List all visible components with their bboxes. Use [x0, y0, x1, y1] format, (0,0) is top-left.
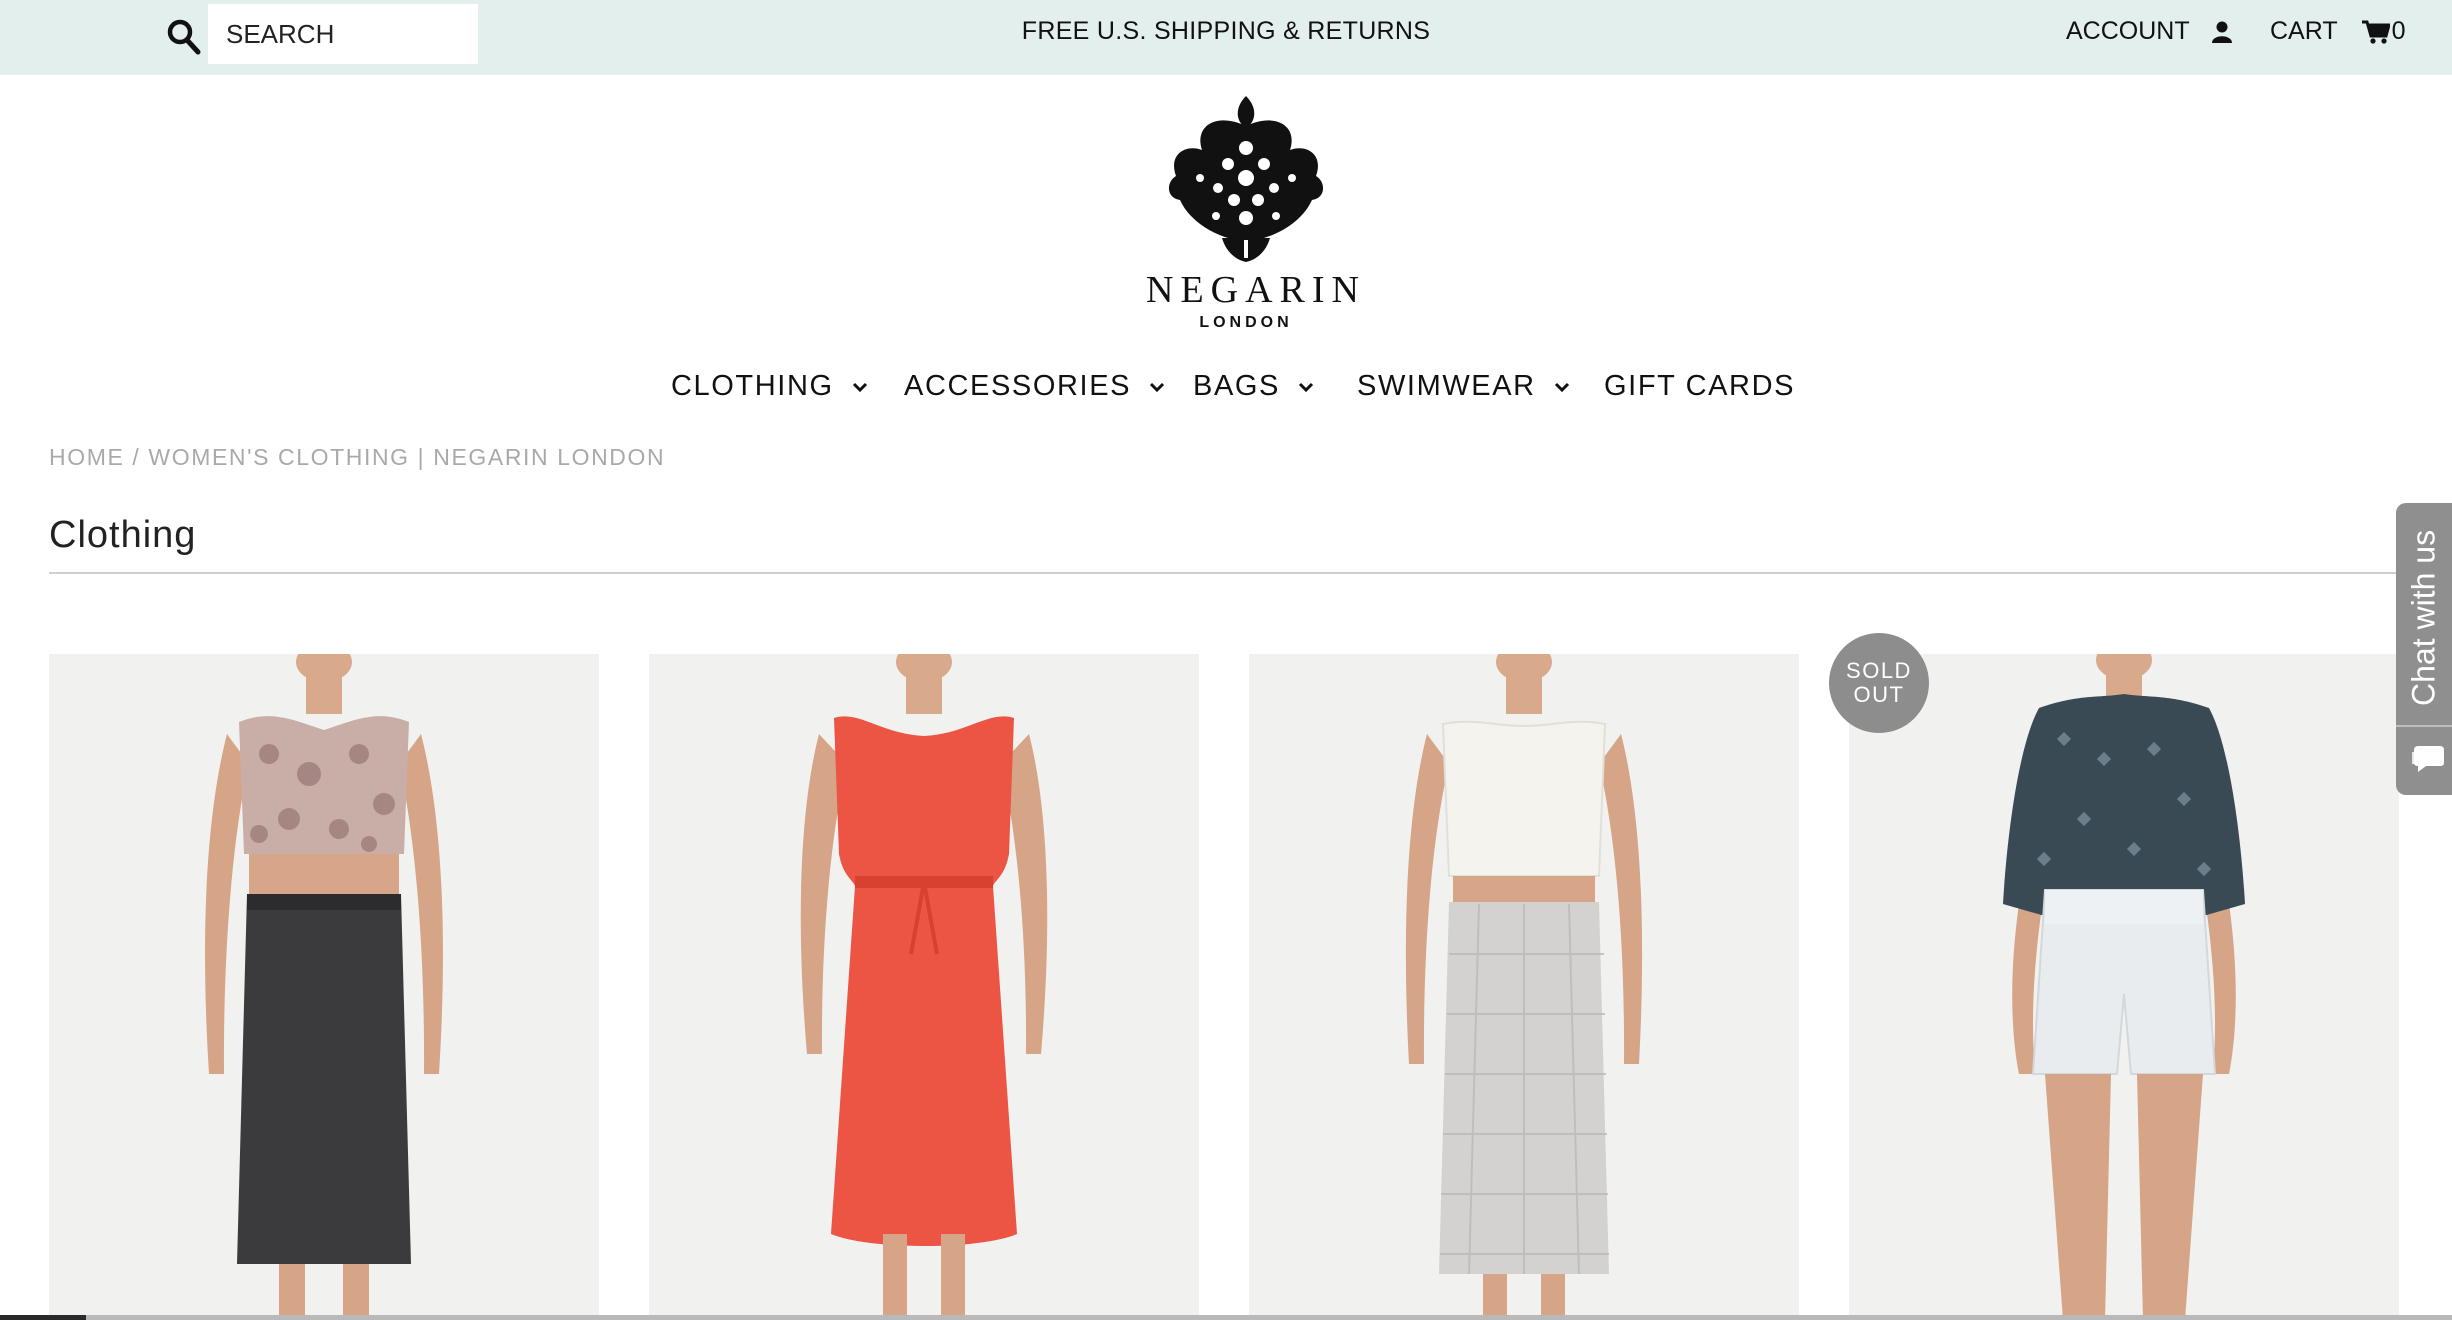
user-icon	[2211, 21, 2232, 43]
product-card[interactable]	[1249, 654, 1799, 1320]
nav-item-label: CLOTHING	[671, 370, 834, 402]
bottom-scroll-track	[0, 1315, 2452, 1320]
nav-item-gift-cards[interactable]: GIFT CARDS	[1604, 370, 1795, 403]
page-title: Clothing	[49, 514, 197, 556]
breadcrumb-current: WOMEN'S CLOTHING | NEGARIN LONDON	[148, 444, 666, 470]
nav-item-bags[interactable]: BAGS	[1193, 370, 1314, 403]
breadcrumb-home[interactable]: HOME	[49, 444, 124, 470]
nav-item-swimwear[interactable]: SWIMWEAR	[1357, 370, 1570, 403]
breadcrumb: HOME / WOMEN'S CLOTHING | NEGARIN LONDON	[49, 444, 665, 471]
white-crop-top-and-grey-skirt-icon	[1249, 654, 1799, 1320]
cart-link[interactable]: CART 0	[2270, 17, 2406, 46]
sold-out-line2: OUT	[1853, 682, 1905, 707]
main-nav: CLOTHING ACCESSORIES BAGS SWIMWEAR GIFT …	[0, 370, 2452, 412]
brand-subtitle: LONDON	[1199, 314, 1293, 331]
cart-icon	[2361, 20, 2390, 44]
product-card[interactable]	[649, 654, 1199, 1320]
cart-label: CART	[2270, 17, 2338, 45]
red-sleeveless-dress-icon	[649, 654, 1199, 1320]
speech-bubble-icon	[2412, 746, 2444, 772]
bottom-scroll-thumb[interactable]	[0, 1315, 86, 1320]
nav-item-label: ACCESSORIES	[904, 370, 1132, 402]
chat-label: Chat with us	[2405, 529, 2442, 707]
title-divider	[49, 572, 2399, 574]
chevron-down-icon	[1298, 382, 1314, 392]
product-card[interactable]	[49, 654, 599, 1320]
brand-name: NEGARIN	[1146, 269, 1366, 311]
sold-out-badge: SOLD OUT	[1829, 633, 1929, 733]
brand-logo[interactable]: NEGARIN LONDON	[1146, 92, 1366, 337]
cart-count: 0	[2391, 17, 2406, 45]
chevron-down-icon	[852, 382, 867, 392]
nav-item-accessories[interactable]: ACCESSORIES	[904, 370, 1165, 403]
printed-blouse-and-white-shorts-icon	[1849, 654, 2399, 1320]
breadcrumb-separator: /	[132, 444, 141, 470]
patterned-crop-top-and-black-skirt-icon	[49, 654, 599, 1320]
nav-item-clothing[interactable]: CLOTHING	[671, 370, 868, 403]
sold-out-line1: SOLD	[1846, 658, 1912, 683]
top-bar: FREE U.S. SHIPPING & RETURNS ACCOUNT CAR…	[0, 0, 2452, 75]
account-label: ACCOUNT	[2066, 17, 2190, 45]
nav-item-label: BAGS	[1193, 370, 1280, 402]
chat-widget-tab[interactable]: Chat with us	[2396, 503, 2452, 795]
account-link[interactable]: ACCOUNT	[2066, 17, 2232, 46]
nav-item-label: SWIMWEAR	[1357, 370, 1536, 402]
chevron-down-icon	[1554, 382, 1569, 392]
chat-divider	[2396, 725, 2452, 727]
lotus-logo-icon	[1168, 96, 1324, 262]
nav-item-label: GIFT CARDS	[1604, 370, 1796, 402]
product-card[interactable]	[1849, 654, 2399, 1320]
chevron-down-icon	[1150, 382, 1165, 392]
